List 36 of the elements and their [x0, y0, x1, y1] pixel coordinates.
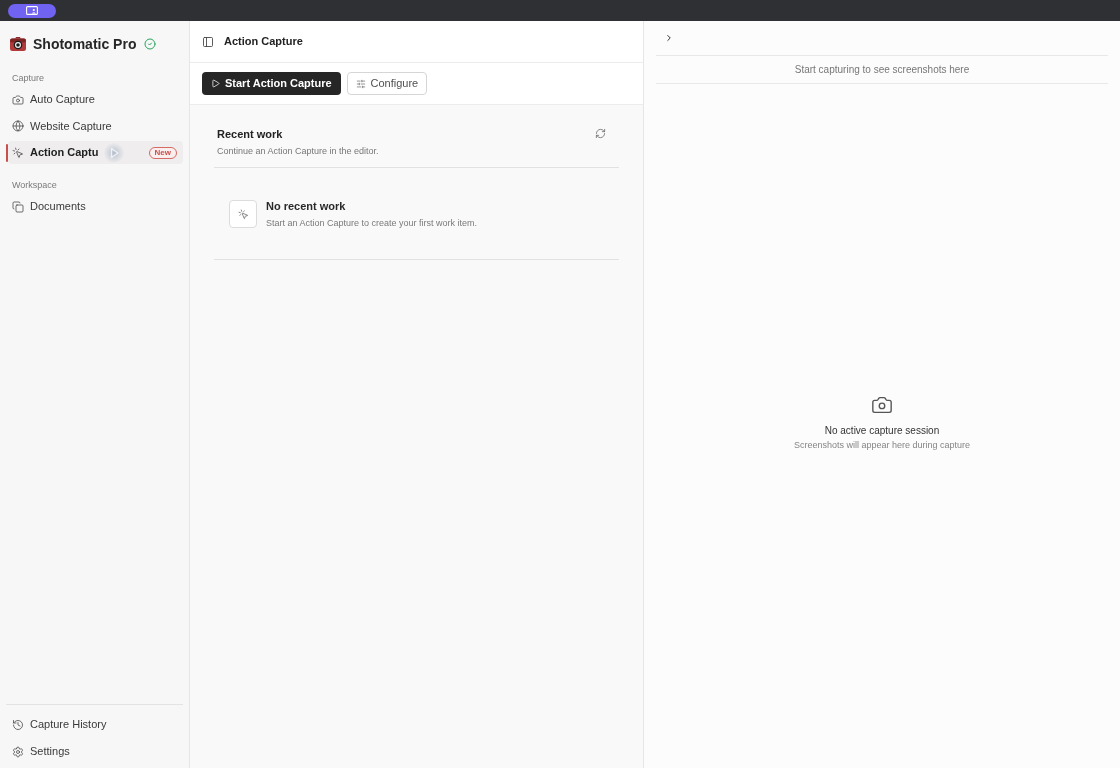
nav-item[interactable]: Capture History: [6, 713, 183, 736]
cursor-icon: [104, 142, 125, 163]
pointer-click-icon: [229, 200, 257, 228]
nav-item[interactable]: Auto Capture: [8, 88, 183, 111]
nav-item[interactable]: Action Captu New: [8, 141, 183, 164]
history-icon: [12, 718, 24, 731]
preview-hint: Start capturing to see screenshots here: [794, 63, 970, 77]
section-label: Workspace: [11, 179, 57, 191]
nav-item[interactable]: Website Capture: [8, 114, 183, 138]
empty-state-title: No active capture session: [824, 423, 940, 438]
section-title: Recent work: [217, 127, 284, 142]
panel-title: Action Capture: [224, 34, 303, 50]
section-label: Capture: [11, 72, 45, 84]
empty-state-message: Screenshots will appear here during capture: [793, 438, 971, 452]
nav-item[interactable]: Documents: [8, 195, 183, 218]
expand-chevron-icon[interactable]: [664, 33, 674, 43]
configure-button[interactable]: Configure: [346, 72, 428, 95]
app-name: Shotomatic Pro: [33, 34, 137, 54]
documents-icon: [12, 200, 24, 213]
empty-state-message: Start an Action Capture to create your first work item.: [266, 216, 478, 230]
settings-icon: [12, 745, 24, 758]
play-icon: [211, 79, 220, 88]
camera-icon: [12, 93, 24, 106]
pointer-click-icon: [12, 146, 24, 159]
globe-icon: [12, 120, 24, 132]
section-subtitle: Continue an Action Capture in the editor.: [217, 144, 379, 158]
sliders-icon: [355, 78, 366, 89]
refresh-icon[interactable]: [595, 128, 606, 139]
verified-check-icon: [144, 38, 157, 50]
camera-logo-icon: [10, 37, 26, 51]
empty-state-title: No recent work: [266, 199, 347, 214]
screen-user-icon[interactable]: [8, 3, 56, 18]
nav-item[interactable]: Settings: [6, 740, 183, 763]
new-badge: New: [148, 146, 177, 159]
start-capture-button[interactable]: Start Action Capture: [202, 72, 341, 95]
sidebar-toggle-icon[interactable]: [202, 35, 214, 48]
